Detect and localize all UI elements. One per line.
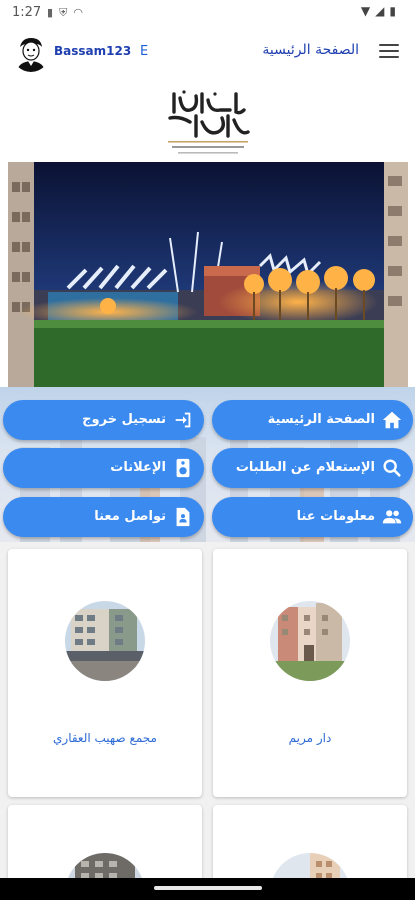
- about-button-label: معلومات عنا: [296, 509, 375, 524]
- company-logo: [160, 88, 256, 164]
- home-button[interactable]: الصفحة الرئيسية: [212, 400, 413, 440]
- signal-icon: ◢: [375, 4, 390, 18]
- home-button-label: الصفحة الرئيسية: [267, 412, 375, 427]
- announcements-button-label: الإعلانات: [110, 460, 166, 475]
- status-bar: 1:27 ▮⛨◠ ▼◢▮: [0, 0, 415, 26]
- hero-image: [8, 162, 408, 387]
- search-icon: [383, 459, 401, 477]
- announcements-button[interactable]: الإعلانات: [3, 448, 204, 488]
- logout-button-label: تسجيل خروج: [82, 412, 166, 427]
- language-toggle[interactable]: E: [140, 44, 148, 59]
- page-title: الصفحة الرئيسية: [262, 42, 359, 58]
- shield-icon: ⛨: [59, 6, 74, 19]
- hamburger-menu-icon[interactable]: [379, 44, 399, 60]
- wifi-icon: ▼: [360, 4, 376, 18]
- home-icon: [382, 411, 402, 429]
- logout-icon: [175, 412, 191, 428]
- about-button[interactable]: معلومات عنا: [212, 497, 413, 537]
- contact-button[interactable]: تواصل معنا: [3, 497, 204, 537]
- status-notification-icons: ▮⛨◠: [47, 6, 89, 20]
- contact-form-icon: [176, 507, 190, 527]
- status-system-icons: ▼◢▮: [361, 4, 401, 18]
- property-card[interactable]: دار مريم: [213, 549, 407, 797]
- system-navigation-bar: [0, 878, 415, 900]
- status-time: 1:27: [12, 5, 42, 20]
- property-thumbnail: [270, 601, 350, 681]
- people-icon: [382, 510, 402, 524]
- property-name: مجمع صهيب العقاري: [53, 731, 157, 745]
- property-card[interactable]: مجمع صهيب العقاري: [8, 549, 202, 797]
- menu-button-grid: الصفحة الرئيسية تسجيل خروج الإستعلام عن …: [0, 387, 415, 542]
- speaker-icon: [176, 458, 190, 478]
- property-list: دار مريم مجمع صهيب العقاري: [0, 542, 415, 895]
- property-name: دار مريم: [288, 731, 332, 745]
- property-thumbnail: [65, 601, 145, 681]
- app-bar: Bassam123 E الصفحة الرئيسية: [0, 26, 415, 82]
- username-label[interactable]: Bassam123: [54, 44, 131, 58]
- wifi-off-icon: ◠: [73, 6, 89, 19]
- battery-icon: ▮: [389, 4, 401, 18]
- avatar[interactable]: [12, 34, 50, 72]
- home-gesture-handle[interactable]: [154, 886, 262, 890]
- contact-button-label: تواصل معنا: [94, 509, 166, 524]
- sd-card-icon: ▮: [47, 6, 60, 19]
- inquiry-button[interactable]: الإستعلام عن الطلبات: [212, 448, 413, 488]
- inquiry-button-label: الإستعلام عن الطلبات: [235, 460, 375, 475]
- logout-button[interactable]: تسجيل خروج: [3, 400, 204, 440]
